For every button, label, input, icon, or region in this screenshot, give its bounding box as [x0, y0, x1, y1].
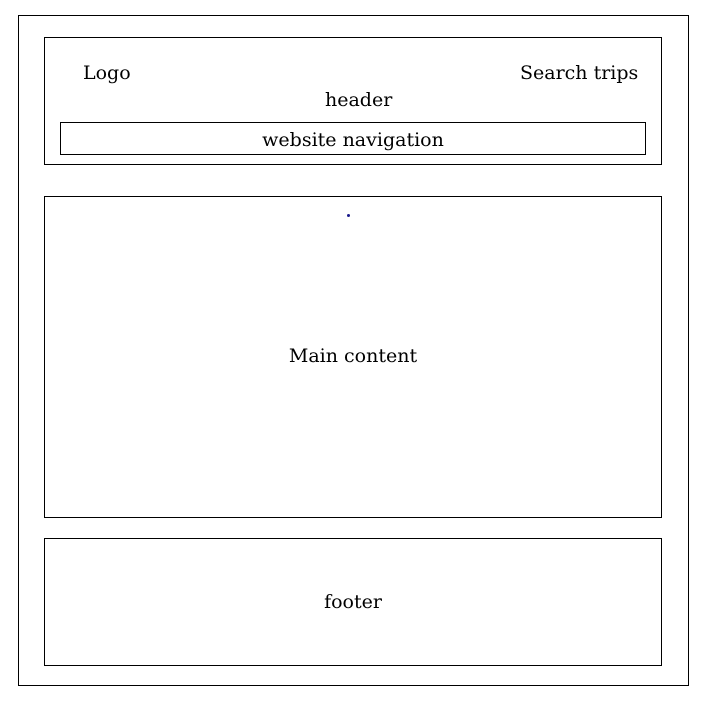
navigation-label: website navigation [262, 129, 444, 151]
logo[interactable]: Logo [83, 64, 131, 83]
footer-label: footer [324, 591, 382, 613]
main-content-label: Main content [288, 345, 418, 367]
website-navigation[interactable]: website navigation [60, 122, 646, 155]
search-trips[interactable]: Search trips [520, 64, 638, 83]
footer-region: footer [44, 538, 662, 666]
header-title: header [325, 89, 393, 111]
cursor-dot [347, 214, 350, 217]
main-content-region: Main content [44, 196, 662, 518]
